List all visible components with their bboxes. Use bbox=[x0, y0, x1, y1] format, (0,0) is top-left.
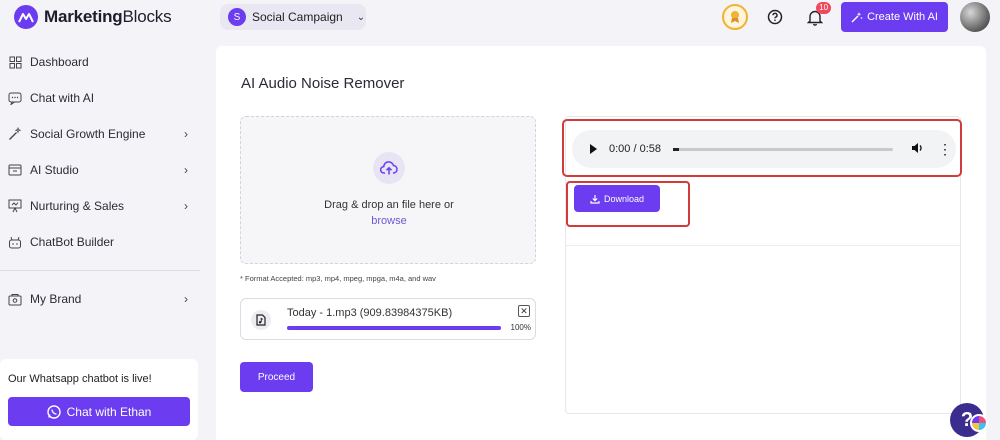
upload-progress-percent: 100% bbox=[510, 323, 531, 332]
cloud-upload-icon bbox=[373, 152, 405, 184]
audio-player-highlight bbox=[562, 119, 962, 177]
help-button[interactable] bbox=[761, 3, 789, 31]
whatsapp-announcement: Our Whatsapp chatbot is live! bbox=[8, 373, 152, 385]
sidebar-item-label: My Brand bbox=[30, 292, 82, 306]
sidebar-item-dashboard[interactable]: Dashboard bbox=[0, 44, 200, 80]
dropzone-instructions: Drag & drop an file here or bbox=[324, 199, 454, 211]
question-icon bbox=[767, 9, 783, 25]
sidebar-item-label: Dashboard bbox=[30, 55, 89, 69]
bot-icon bbox=[8, 235, 22, 249]
notifications-button[interactable]: 10 bbox=[801, 2, 832, 31]
upload-progress-bar bbox=[287, 326, 501, 330]
sidebar-item-chat-with-ai[interactable]: Chat with AI bbox=[0, 80, 200, 116]
whatsapp-icon bbox=[46, 404, 61, 419]
page-title: AI Audio Noise Remover bbox=[241, 75, 405, 92]
brand-logo[interactable]: MarketingBlocks bbox=[14, 5, 172, 29]
award-button[interactable] bbox=[721, 3, 749, 31]
brand-icon bbox=[8, 292, 22, 306]
sidebar-item-nurturing-sales[interactable]: Nurturing & Sales › bbox=[0, 188, 200, 224]
main-panel: AI Audio Noise Remover Drag & drop an fi… bbox=[216, 46, 986, 440]
chevron-right-icon: › bbox=[184, 163, 188, 177]
format-note: * Format Accepted: mp3, mp4, mpeg, mpga,… bbox=[240, 274, 436, 283]
sidebar-item-chatbot-builder[interactable]: ChatBot Builder bbox=[0, 224, 200, 260]
proceed-button[interactable]: Proceed bbox=[240, 362, 313, 392]
sidebar-item-ai-studio[interactable]: AI Studio › bbox=[0, 152, 200, 188]
audio-file-icon bbox=[251, 310, 271, 330]
grid-icon bbox=[8, 55, 22, 69]
chat-with-ethan-label: Chat with Ethan bbox=[66, 404, 152, 419]
result-divider bbox=[566, 245, 960, 246]
sidebar-item-social-growth-engine[interactable]: Social Growth Engine › bbox=[0, 116, 200, 152]
whatsapp-card: Our Whatsapp chatbot is live! Chat with … bbox=[0, 359, 198, 440]
notification-count-badge: 10 bbox=[816, 2, 832, 14]
browse-link[interactable]: browse bbox=[241, 215, 537, 227]
file-name: Today - 1.mp3 (909.83984375KB) bbox=[287, 307, 453, 319]
sidebar-item-label: AI Studio bbox=[30, 163, 79, 177]
uploaded-file-card: Today - 1.mp3 (909.83984375KB) ✕ 100% bbox=[240, 298, 536, 340]
top-bar: MarketingBlocks S Social Campaign ⌄ 10 C… bbox=[0, 0, 1000, 34]
chevron-right-icon: › bbox=[184, 292, 188, 306]
award-icon bbox=[722, 4, 749, 30]
sidebar-divider bbox=[0, 270, 200, 271]
chevron-right-icon: › bbox=[184, 199, 188, 213]
sidebar-item-my-brand[interactable]: My Brand › bbox=[0, 281, 200, 317]
file-dropzone[interactable]: Drag & drop an file here or browse bbox=[240, 116, 536, 264]
presentation-icon bbox=[8, 199, 22, 213]
sidebar-item-label: Chat with AI bbox=[30, 91, 95, 105]
sidebar-item-label: Social Growth Engine bbox=[30, 127, 146, 141]
campaign-name: Social Campaign bbox=[252, 10, 343, 24]
sidebar-item-label: ChatBot Builder bbox=[30, 235, 115, 249]
magic-wand-icon bbox=[8, 127, 22, 141]
download-highlight bbox=[566, 181, 690, 227]
campaign-selector[interactable]: S Social Campaign ⌄ bbox=[220, 4, 366, 30]
upload-progress-fill bbox=[287, 326, 501, 330]
inbox-icon bbox=[8, 163, 22, 177]
chat-icon bbox=[8, 91, 22, 105]
user-avatar[interactable] bbox=[960, 2, 990, 32]
chat-with-ethan-button[interactable]: Chat with Ethan bbox=[8, 397, 190, 426]
support-widget-icon[interactable] bbox=[970, 414, 988, 432]
logo-mark-icon bbox=[14, 5, 38, 29]
chevron-right-icon: › bbox=[184, 127, 188, 141]
create-with-ai-button[interactable]: Create With AI bbox=[841, 2, 948, 32]
create-with-ai-label: Create With AI bbox=[867, 11, 938, 23]
top-actions: 10 Create With AI bbox=[721, 2, 990, 32]
sparkle-wand-icon bbox=[851, 12, 863, 23]
campaign-badge: S bbox=[228, 8, 246, 26]
remove-file-button[interactable]: ✕ bbox=[518, 305, 530, 317]
brand-name: MarketingBlocks bbox=[44, 7, 172, 26]
sidebar-item-label: Nurturing & Sales bbox=[30, 199, 125, 213]
chevron-down-icon: ⌄ bbox=[356, 11, 366, 23]
sidebar: Dashboard Chat with AI Social Growth Eng… bbox=[0, 44, 200, 317]
